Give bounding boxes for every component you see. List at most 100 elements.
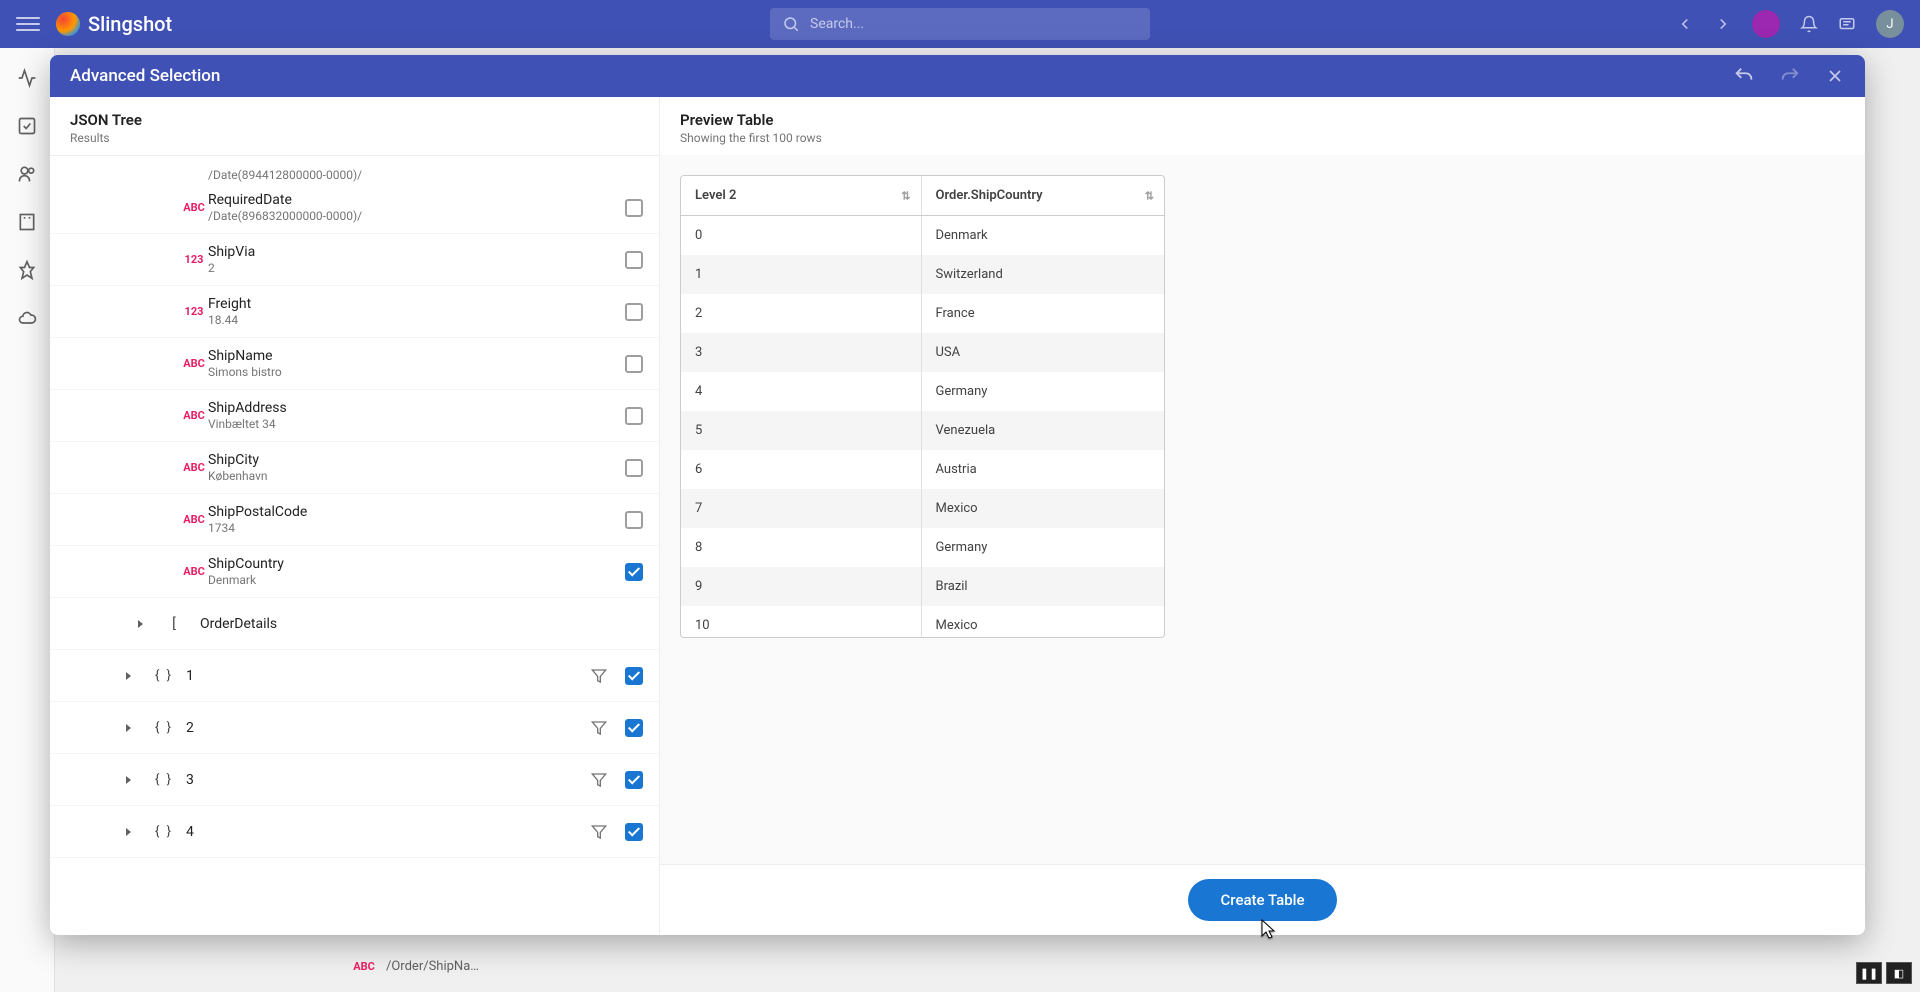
field-checkbox[interactable] (625, 251, 643, 269)
tree-field-row[interactable]: 123Freight18.44 (50, 286, 659, 338)
table-cell: 1 (681, 255, 921, 294)
field-value: Simons bistro (208, 365, 613, 379)
field-checkbox[interactable] (625, 355, 643, 373)
table-row[interactable]: 6Austria (681, 450, 1164, 489)
field-name: Freight (208, 296, 613, 312)
expand-icon[interactable] (120, 724, 136, 732)
table-column-header[interactable]: Level 2⇅ (681, 176, 921, 216)
nav-forward-icon[interactable] (1714, 15, 1732, 33)
table-row[interactable]: 0Denmark (681, 216, 1164, 256)
filter-icon[interactable] (591, 824, 607, 840)
tree-field-row[interactable]: 123ShipVia2 (50, 234, 659, 286)
table-cell: 3 (681, 333, 921, 372)
field-name: ShipAddress (208, 400, 613, 416)
field-checkbox[interactable] (625, 511, 643, 529)
filter-icon[interactable] (591, 668, 607, 684)
field-checkbox[interactable] (625, 407, 643, 425)
close-icon[interactable] (1825, 66, 1845, 86)
undo-icon[interactable] (1733, 65, 1755, 87)
field-checkbox[interactable] (625, 303, 643, 321)
table-row[interactable]: 8Germany (681, 528, 1164, 567)
tree-object-row[interactable]: { }1 (50, 650, 659, 702)
sort-icon[interactable]: ⇅ (1145, 189, 1154, 202)
pause-icon[interactable]: ❚❚ (1856, 962, 1882, 984)
filter-icon[interactable] (591, 720, 607, 736)
table-row[interactable]: 7Mexico (681, 489, 1164, 528)
field-value: København (208, 469, 613, 483)
tree-field-row[interactable]: ABCShipCountryDenmark (50, 546, 659, 598)
tree-field-row[interactable]: ABCShipNameSimons bistro (50, 338, 659, 390)
table-row[interactable]: 2France (681, 294, 1164, 333)
expand-icon[interactable] (132, 620, 148, 628)
search-input[interactable] (810, 16, 1138, 32)
preview-panel: Preview Table Showing the first 100 rows… (660, 97, 1865, 935)
tree-object-row[interactable]: { }4 (50, 806, 659, 858)
tree-field-row[interactable]: ABCShipCityKøbenhavn (50, 442, 659, 494)
redo-icon[interactable] (1779, 65, 1801, 87)
table-row[interactable]: 10Mexico (681, 606, 1164, 637)
expand-icon[interactable] (120, 828, 136, 836)
search-box[interactable] (770, 8, 1150, 40)
table-cell: Denmark (921, 216, 1164, 256)
cloud-icon[interactable] (17, 308, 37, 328)
tree-field-row[interactable]: ABCShipPostalCode1734 (50, 494, 659, 546)
field-checkbox[interactable] (625, 459, 643, 477)
create-table-button[interactable]: Create Table (1188, 879, 1336, 921)
nav-back-icon[interactable] (1676, 15, 1694, 33)
field-checkbox[interactable] (625, 667, 643, 685)
object-brace-icon: { } (152, 772, 176, 787)
building-icon[interactable] (17, 212, 37, 232)
table-column-header[interactable]: Order.ShipCountry⇅ (921, 176, 1164, 216)
field-checkbox[interactable] (625, 719, 643, 737)
users-icon[interactable] (17, 164, 37, 184)
field-value: 1734 (208, 521, 613, 535)
tree-field-row[interactable]: ABCShipAddressVinbæltet 34 (50, 390, 659, 442)
field-checkbox[interactable] (625, 771, 643, 789)
user-avatar[interactable] (1752, 10, 1780, 38)
json-tree-subtitle: Results (70, 131, 639, 145)
tree-field-row[interactable]: /Date(894412800000-0000)/ (50, 156, 659, 182)
stop-icon[interactable]: ◧ (1886, 962, 1912, 984)
json-tree-title: JSON Tree (70, 111, 639, 129)
sort-icon[interactable]: ⇅ (901, 189, 910, 202)
table-cell: France (921, 294, 1164, 333)
check-square-icon[interactable] (17, 116, 37, 136)
field-name: ShipName (208, 348, 613, 364)
top-right-actions: J (1676, 10, 1904, 38)
filter-icon[interactable] (591, 772, 607, 788)
field-checkbox[interactable] (625, 563, 643, 581)
expand-icon[interactable] (120, 672, 136, 680)
profile-avatar[interactable]: J (1876, 10, 1904, 38)
bg-sidebar (0, 48, 55, 992)
tree-object-row[interactable]: { }3 (50, 754, 659, 806)
bell-icon[interactable] (1800, 15, 1818, 33)
hamburger-icon[interactable] (16, 12, 40, 36)
field-checkbox[interactable] (625, 199, 643, 217)
tree-array-row[interactable]: [OrderDetails (50, 598, 659, 650)
type-badge: ABC (180, 565, 208, 578)
table-cell: 2 (681, 294, 921, 333)
json-tree[interactable]: /Date(894412800000-0000)/ABCRequiredDate… (50, 156, 659, 935)
table-cell: 8 (681, 528, 921, 567)
table-cell: Austria (921, 450, 1164, 489)
chat-icon[interactable] (1838, 15, 1856, 33)
table-cell: Brazil (921, 567, 1164, 606)
table-row[interactable]: 3USA (681, 333, 1164, 372)
table-row[interactable]: 9Brazil (681, 567, 1164, 606)
type-badge: ABC (180, 461, 208, 474)
tree-object-row[interactable]: { }2 (50, 702, 659, 754)
preview-title: Preview Table (680, 111, 1845, 129)
tree-field-row[interactable]: ABCRequiredDate/Date(896832000000-0000)/ (50, 182, 659, 234)
expand-icon[interactable] (120, 776, 136, 784)
table-cell: 6 (681, 450, 921, 489)
table-row[interactable]: 5Venezuela (681, 411, 1164, 450)
field-checkbox[interactable] (625, 823, 643, 841)
activity-icon[interactable] (17, 68, 37, 88)
table-row[interactable]: 4Germany (681, 372, 1164, 411)
type-badge: ABC (180, 357, 208, 370)
app-logo[interactable]: Slingshot (56, 12, 172, 36)
pin-icon[interactable] (17, 260, 37, 280)
table-row[interactable]: 1Switzerland (681, 255, 1164, 294)
object-brace-icon: { } (152, 668, 176, 683)
preview-subtitle: Showing the first 100 rows (680, 131, 1845, 145)
